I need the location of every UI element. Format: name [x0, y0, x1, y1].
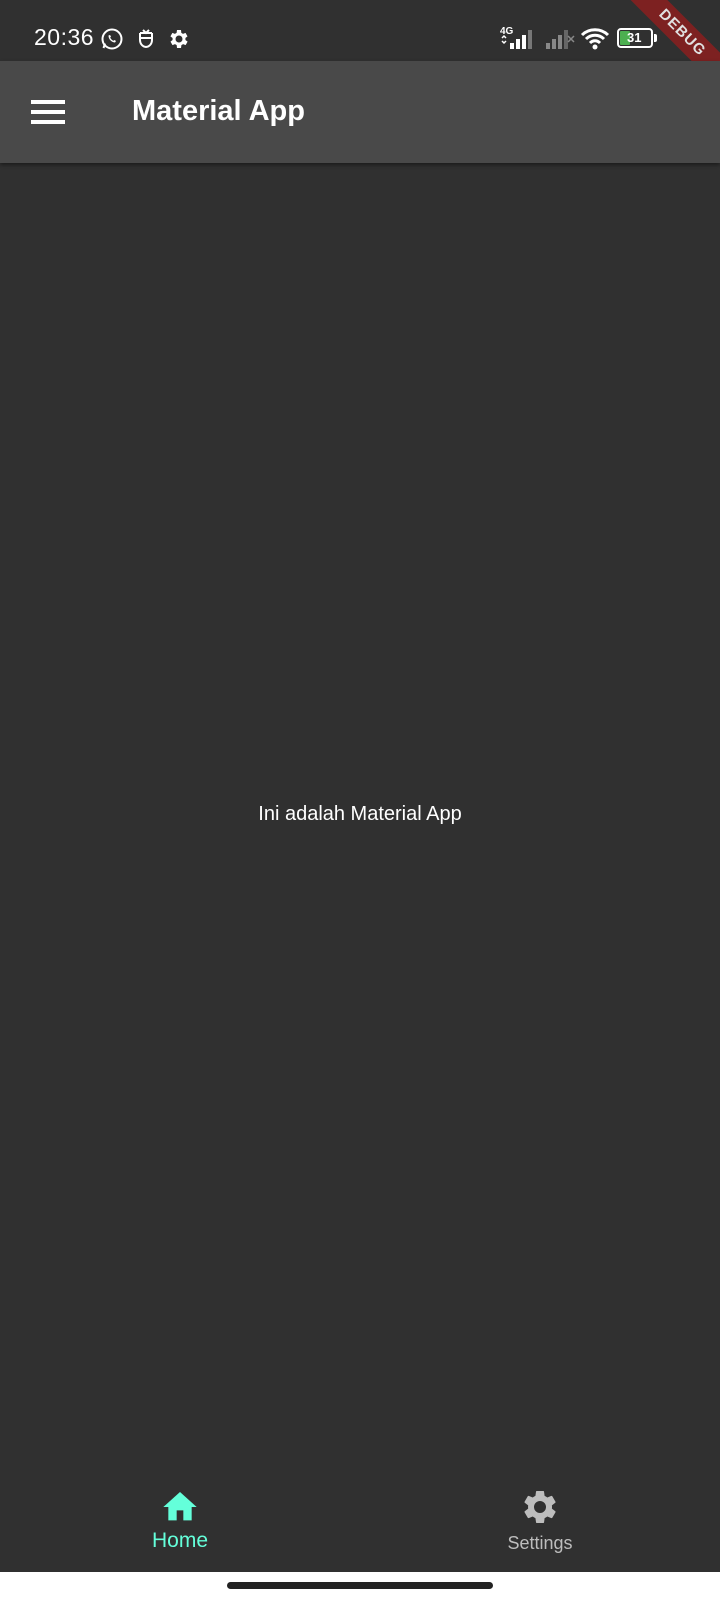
status-bar: 20:36 4G 31 — [0, 0, 720, 61]
bottom-navigation: Home Settings — [0, 1473, 720, 1572]
home-icon — [163, 1492, 197, 1521]
notification-icon — [139, 29, 153, 49]
status-time: 20:36 — [34, 24, 95, 50]
gesture-area — [0, 1572, 720, 1600]
nav-item-settings[interactable]: Settings — [360, 1473, 720, 1572]
settings-gear-icon — [170, 30, 188, 48]
signal-2-icon — [546, 30, 575, 49]
network-label: 4G — [500, 26, 514, 37]
nav-item-home[interactable]: Home — [0, 1473, 360, 1572]
app-bar: Material App — [0, 61, 720, 163]
signal-icon: 4G — [500, 26, 532, 49]
hamburger-menu-icon — [31, 100, 65, 124]
wifi-icon — [580, 28, 610, 50]
screen: 20:36 4G 31 DEBUG Material App Ini adala… — [0, 0, 720, 1600]
app-title: Material App — [132, 95, 305, 127]
main-content: Ini adalah Material App — [0, 163, 720, 1473]
body-text: Ini adalah Material App — [258, 803, 462, 825]
nav-label-settings: Settings — [507, 1533, 573, 1553]
whatsapp-icon — [101, 28, 123, 50]
battery-level: 31 — [627, 30, 642, 45]
gesture-handle[interactable] — [227, 1582, 493, 1589]
gear-icon — [524, 1491, 556, 1523]
battery-icon: 31 — [617, 28, 659, 50]
nav-label-home: Home — [151, 1529, 209, 1552]
menu-button[interactable] — [20, 84, 76, 140]
